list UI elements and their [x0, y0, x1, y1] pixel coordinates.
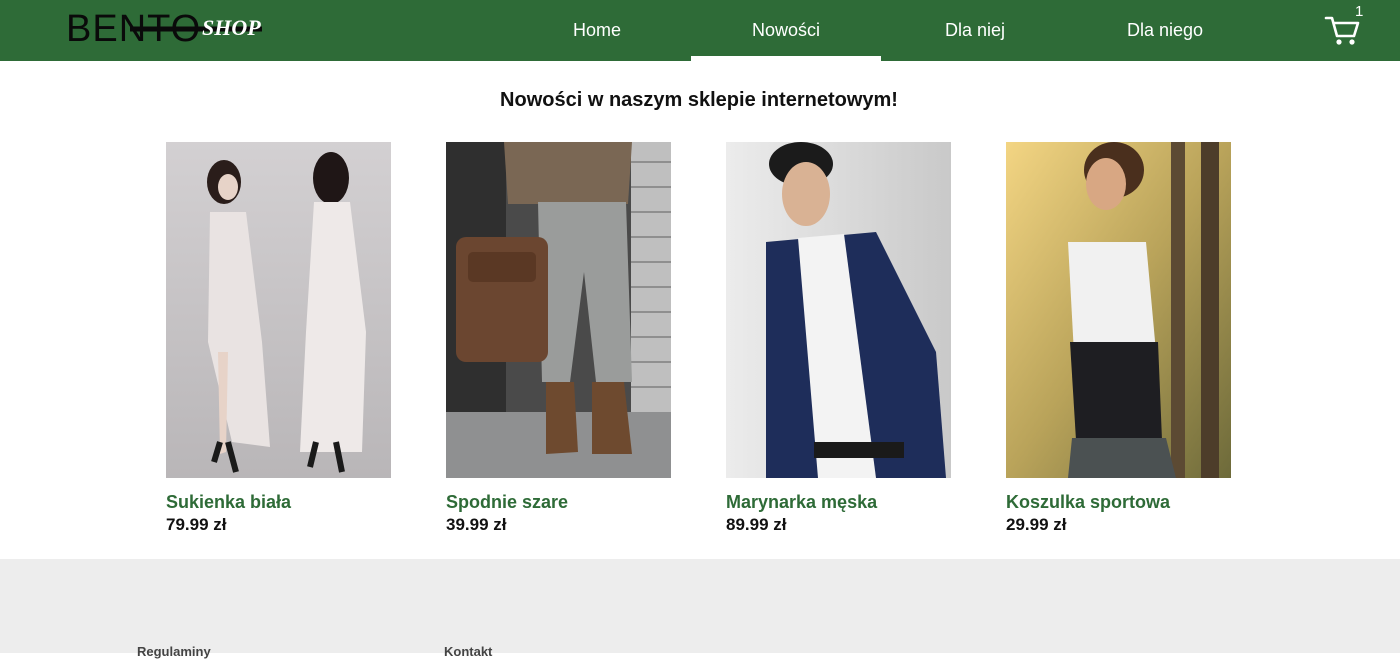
cart-count-badge: 1: [1355, 3, 1364, 20]
product-name[interactable]: Marynarka męska: [726, 492, 951, 513]
product-card: Marynarka męska 89.99 zł: [726, 142, 951, 535]
nav-dla-niej[interactable]: Dla niej: [915, 0, 1035, 61]
svg-text:SHOP: SHOP: [202, 15, 261, 40]
navbar: BENTO SHOP Home Nowości Dla niej Dla nie…: [0, 0, 1400, 61]
footer-link-regulaminy[interactable]: Regulaminy: [137, 644, 211, 659]
nav-home[interactable]: Home: [537, 0, 657, 61]
logo[interactable]: BENTO SHOP: [66, 6, 276, 48]
product-price: 29.99 zł: [1006, 515, 1067, 534]
product-image-grey-trousers[interactable]: [446, 142, 671, 478]
footer: Regulaminy Kontakt: [0, 559, 1400, 659]
product-card: Koszulka sportowa 29.99 zł: [1006, 142, 1231, 535]
product-name[interactable]: Koszulka sportowa: [1006, 492, 1231, 513]
product-card: Sukienka biała 79.99 zł: [166, 142, 391, 535]
product-price: 89.99 zł: [726, 515, 787, 534]
footer-link-kontakt[interactable]: Kontakt: [444, 644, 492, 659]
product-price: 39.99 zł: [446, 515, 507, 534]
product-image-white-dress[interactable]: [166, 142, 391, 478]
product-name[interactable]: Spodnie szare: [446, 492, 671, 513]
nav-nowosci[interactable]: Nowości: [691, 0, 881, 61]
product-card: Spodnie szare 39.99 zł: [446, 142, 671, 535]
page-title: Nowości w naszym sklepie internetowym!: [500, 89, 898, 111]
product-price: 79.99 zł: [166, 515, 227, 534]
product-name[interactable]: Sukienka biała: [166, 492, 391, 513]
product-image-sports-top[interactable]: [1006, 142, 1231, 478]
nav-dla-niego[interactable]: Dla niego: [1105, 0, 1225, 61]
product-image-mens-blazer[interactable]: [726, 142, 951, 478]
